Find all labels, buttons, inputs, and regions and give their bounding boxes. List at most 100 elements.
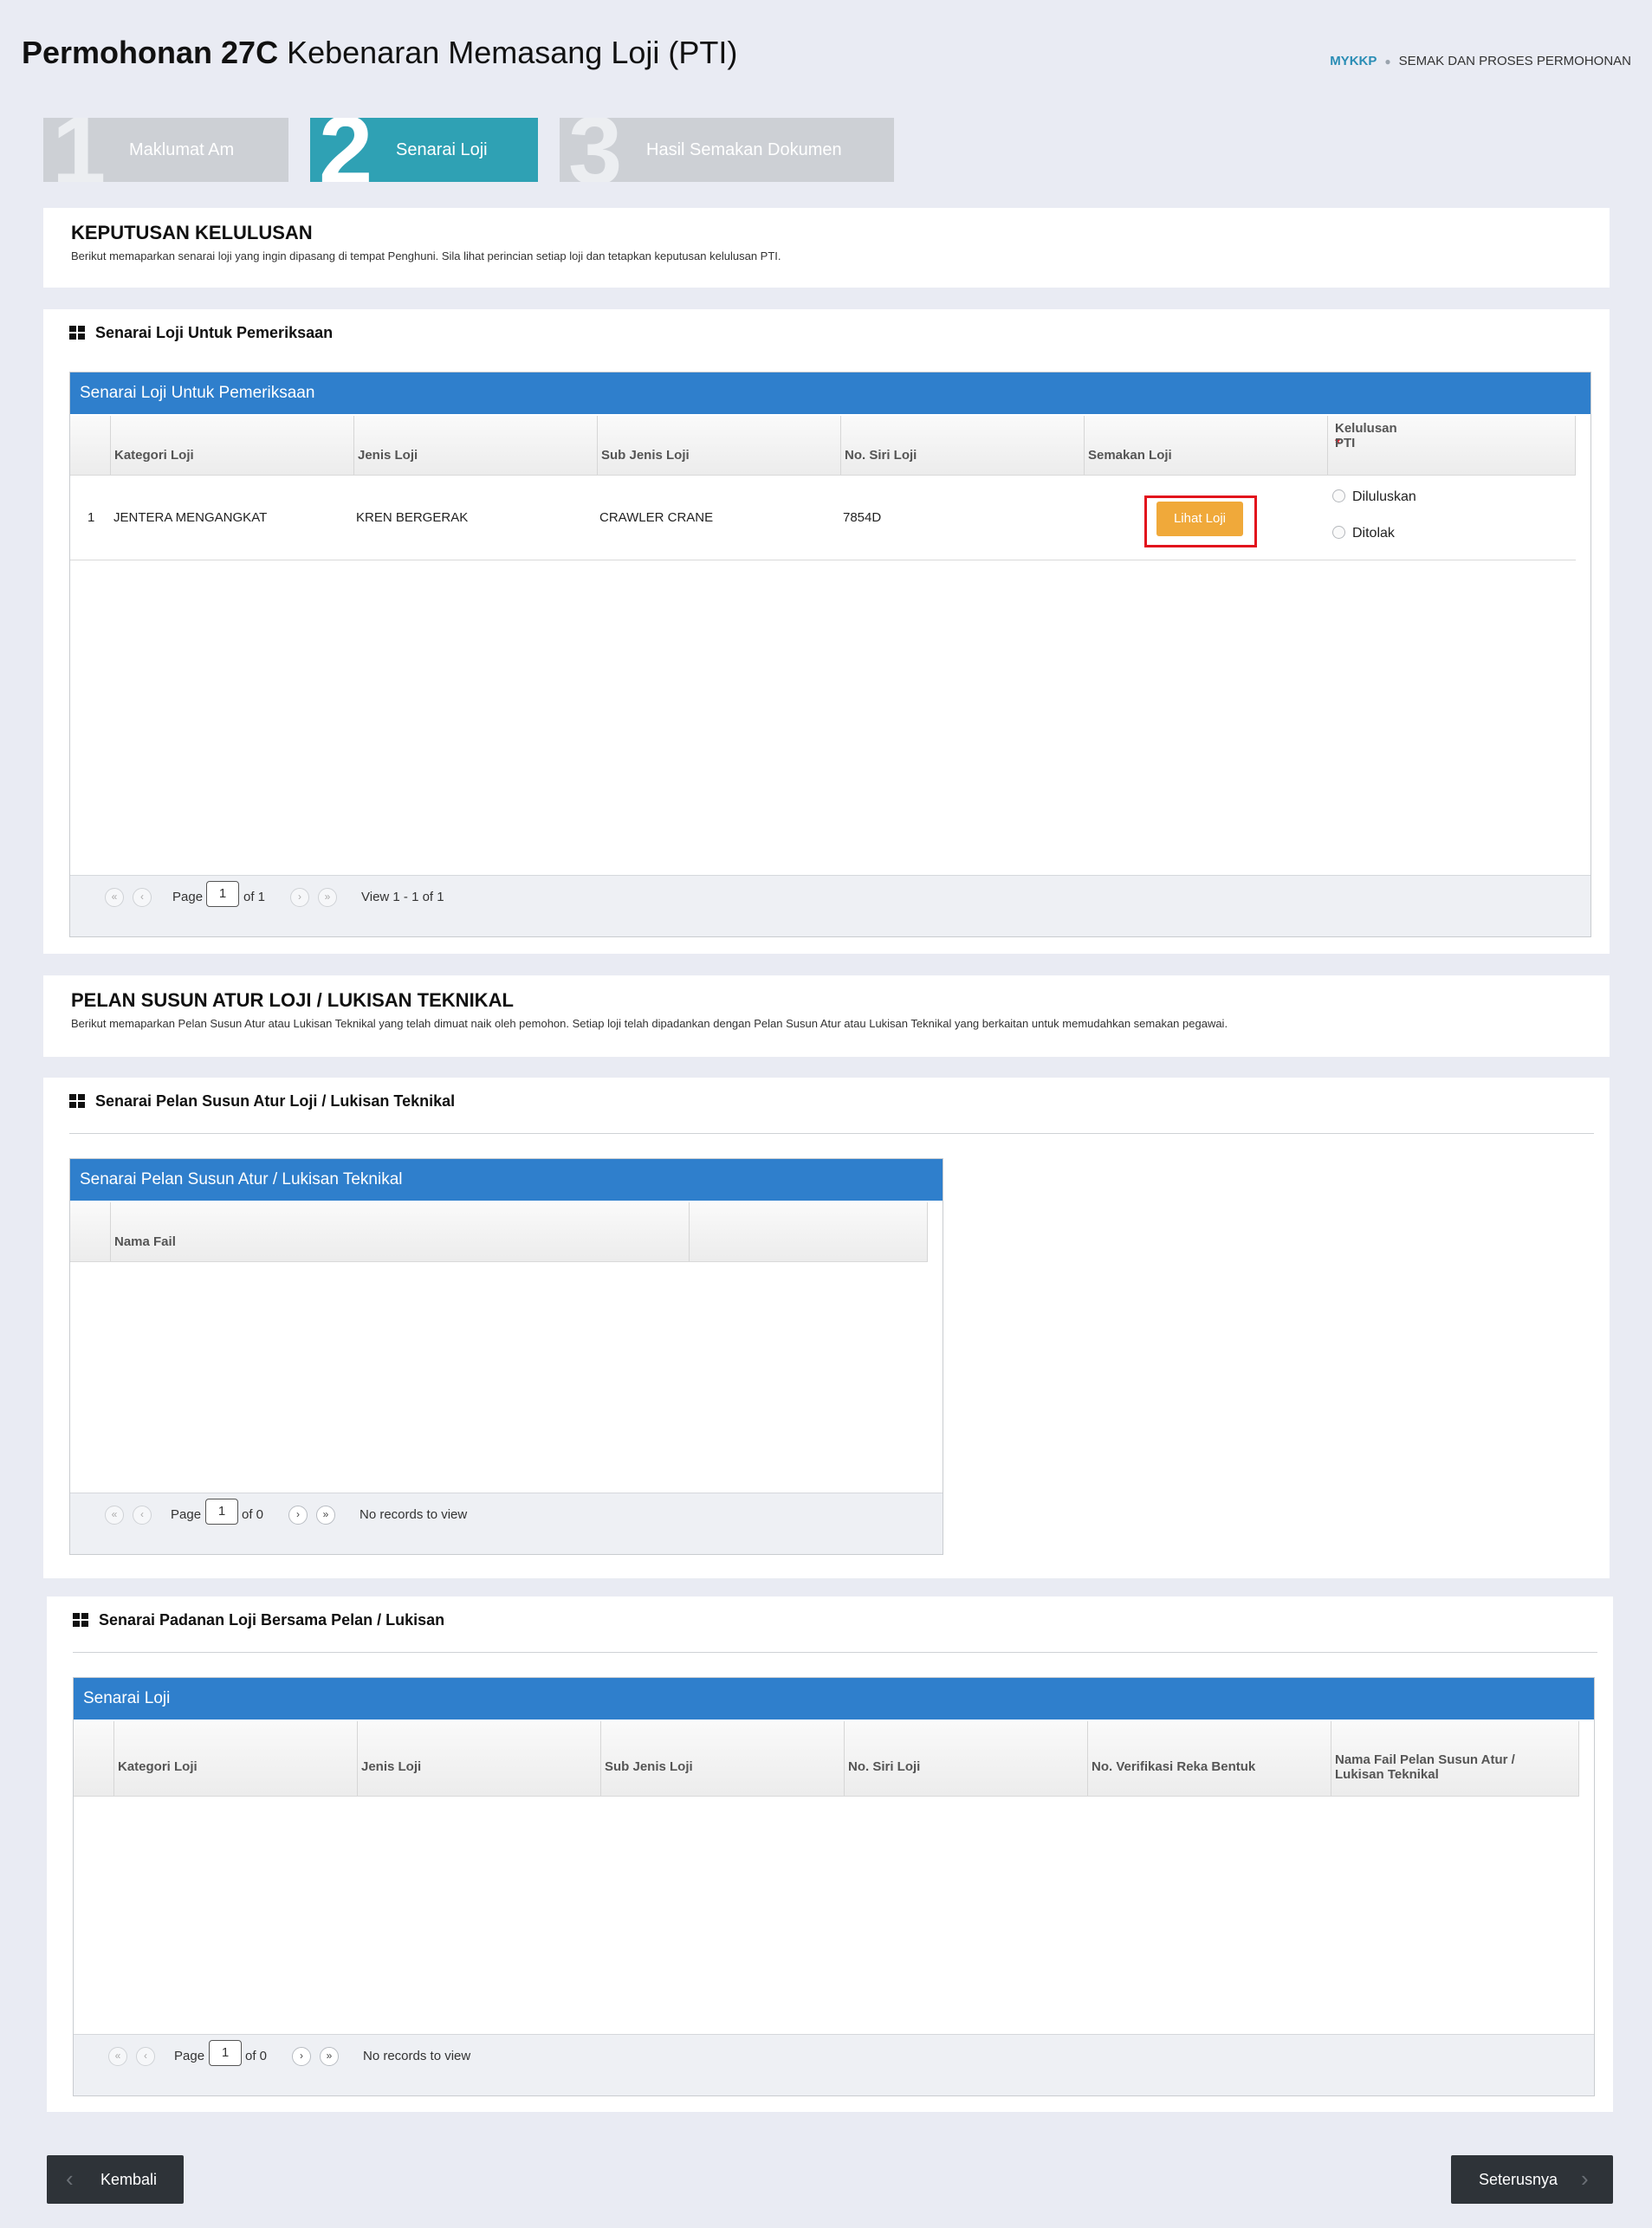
section-heading-text: Senarai Padanan Loji Bersama Pelan / Luk… bbox=[99, 1611, 445, 1629]
page-of: of 0 bbox=[242, 1507, 264, 1522]
keputusan-description: Berikut memaparkan senarai loji yang ing… bbox=[71, 249, 781, 262]
step-label: Hasil Semakan Dokumen bbox=[646, 140, 842, 159]
prev-page-icon[interactable]: ‹ bbox=[136, 2047, 155, 2066]
column-header-jenis[interactable]: Jenis Loji bbox=[354, 416, 598, 475]
kembali-button[interactable]: ‹ Kembali bbox=[47, 2155, 184, 2204]
next-page-icon[interactable]: › bbox=[288, 1506, 308, 1525]
breadcrumb: MYKKP ● SEMAK DAN PROSES PERMOHONAN bbox=[1330, 54, 1631, 68]
wizard-step-2[interactable]: 2 Senarai Loji bbox=[310, 118, 538, 182]
last-page-icon[interactable]: » bbox=[320, 2047, 339, 2066]
section-heading: Senarai Loji Untuk Pemeriksaan bbox=[69, 324, 333, 342]
lihat-loji-button[interactable]: Lihat Loji bbox=[1156, 502, 1243, 536]
cell-sub-jenis: CRAWLER CRANE bbox=[599, 510, 714, 525]
page-title-bold: Permohonan 27C bbox=[22, 35, 279, 70]
senarai-loji-panel: Senarai Loji Untuk Pemeriksaan Senarai L… bbox=[43, 309, 1610, 954]
prev-page-icon[interactable]: ‹ bbox=[133, 1506, 152, 1525]
grid-icon bbox=[69, 1094, 85, 1108]
wizard-step-1[interactable]: 1 Maklumat Am bbox=[43, 118, 288, 182]
pelan-grid: Senarai Pelan Susun Atur / Lukisan Tekni… bbox=[69, 1158, 943, 1555]
step-number: 3 bbox=[568, 118, 623, 182]
first-page-icon[interactable]: « bbox=[105, 888, 124, 907]
last-page-icon[interactable]: » bbox=[316, 1506, 335, 1525]
cell-no-siri: 7854D bbox=[843, 510, 882, 525]
column-header-kategori[interactable]: Kategori Loji bbox=[114, 1721, 358, 1796]
radio-diluluskan[interactable]: Diluluskan bbox=[1332, 489, 1416, 505]
keputusan-title: KEPUTUSAN KELULUSAN bbox=[71, 222, 313, 243]
page-title-rest: Kebenaran Memasang Loji (PTI) bbox=[287, 35, 738, 70]
prev-page-icon[interactable]: ‹ bbox=[133, 888, 152, 907]
column-header-no-siri[interactable]: No. Siri Loji bbox=[845, 1721, 1088, 1796]
column-header-no-siri[interactable]: No. Siri Loji bbox=[841, 416, 1085, 475]
column-header-semakan[interactable]: Semakan Loji bbox=[1085, 416, 1328, 475]
grid-footer: « ‹ Page 1 of 0 › » No records to view bbox=[70, 1493, 943, 1554]
first-page-icon[interactable]: « bbox=[108, 2047, 127, 2066]
grid-footer: « ‹ Page 1 of 1 › » View 1 - 1 of 1 bbox=[70, 875, 1590, 936]
radio-circle[interactable] bbox=[1332, 489, 1345, 502]
column-header-kelulusan[interactable]: * Kelulusan PTI bbox=[1328, 416, 1576, 475]
step-number: 1 bbox=[52, 118, 107, 182]
grid-icon bbox=[73, 1613, 88, 1627]
column-header-jenis[interactable]: Jenis Loji bbox=[358, 1721, 601, 1796]
next-page-icon[interactable]: › bbox=[292, 2047, 311, 2066]
column-header-sub-jenis[interactable]: Sub Jenis Loji bbox=[601, 1721, 845, 1796]
step-label: Senarai Loji bbox=[396, 140, 488, 159]
breadcrumb-current: SEMAK DAN PROSES PERMOHONAN bbox=[1398, 54, 1631, 68]
page-of: of 0 bbox=[245, 2049, 268, 2063]
grid-caption: Senarai Loji Untuk Pemeriksaan bbox=[70, 372, 1590, 414]
chevron-right-icon: › bbox=[1581, 2166, 1589, 2192]
section-heading-text: Senarai Pelan Susun Atur Loji / Lukisan … bbox=[95, 1092, 456, 1110]
grid-caption: Senarai Loji bbox=[74, 1678, 1594, 1720]
page-title: Permohonan 27C Kebenaran Memasang Loji (… bbox=[22, 35, 737, 71]
grid-caption: Senarai Pelan Susun Atur / Lukisan Tekni… bbox=[70, 1159, 943, 1201]
page-input[interactable]: 1 bbox=[206, 881, 239, 907]
column-header-nama-fail[interactable]: Nama Fail bbox=[111, 1202, 690, 1261]
column-header-no-verifikasi[interactable]: No. Verifikasi Reka Bentuk bbox=[1088, 1721, 1331, 1796]
cell-jenis: KREN BERGERAK bbox=[356, 510, 469, 525]
view-records: No records to view bbox=[360, 1507, 468, 1522]
view-records: View 1 - 1 of 1 bbox=[361, 890, 444, 904]
grid-header: Nama Fail bbox=[70, 1202, 928, 1262]
radio-ditolak[interactable]: Ditolak bbox=[1332, 526, 1395, 541]
keputusan-panel: KEPUTUSAN KELULUSAN Berikut memaparkan s… bbox=[43, 208, 1610, 288]
page-input[interactable]: 1 bbox=[205, 1499, 238, 1525]
padanan-grid: Senarai Loji Kategori Loji Jenis Loji Su… bbox=[73, 1677, 1595, 2096]
column-header-index bbox=[70, 1202, 111, 1261]
chevron-left-icon: ‹ bbox=[66, 2166, 74, 2192]
first-page-icon[interactable]: « bbox=[105, 1506, 124, 1525]
step-number: 2 bbox=[319, 118, 373, 182]
kembali-label: Kembali bbox=[100, 2171, 158, 2188]
seterusnya-label: Seterusnya bbox=[1479, 2171, 1558, 2188]
page-label: Page bbox=[172, 890, 204, 904]
next-page-icon[interactable]: › bbox=[290, 888, 309, 907]
padanan-panel: Senarai Padanan Loji Bersama Pelan / Luk… bbox=[47, 1597, 1613, 2112]
cell-kategori: JENTERA MENGANGKAT bbox=[113, 510, 268, 525]
seterusnya-button[interactable]: Seterusnya › bbox=[1451, 2155, 1613, 2204]
grid-header: Kategori Loji Jenis Loji Sub Jenis Loji … bbox=[70, 416, 1576, 476]
section-heading-text: Senarai Loji Untuk Pemeriksaan bbox=[95, 324, 334, 341]
section-heading: Senarai Padanan Loji Bersama Pelan / Luk… bbox=[73, 1611, 444, 1629]
column-header-sub-jenis[interactable]: Sub Jenis Loji bbox=[598, 416, 841, 475]
column-header-nama-fail[interactable]: Nama Fail Pelan Susun Atur / Lukisan Tek… bbox=[1331, 1721, 1579, 1796]
grid-header: Kategori Loji Jenis Loji Sub Jenis Loji … bbox=[74, 1721, 1579, 1797]
column-header-kategori[interactable]: Kategori Loji bbox=[111, 416, 354, 475]
page-input[interactable]: 1 bbox=[209, 2040, 242, 2066]
section-heading: Senarai Pelan Susun Atur Loji / Lukisan … bbox=[69, 1092, 455, 1111]
table-row: 1 JENTERA MENGANGKAT KREN BERGERAK CRAWL… bbox=[70, 476, 1576, 560]
breadcrumb-home-link[interactable]: MYKKP bbox=[1330, 54, 1377, 68]
step-label: Maklumat Am bbox=[129, 140, 235, 159]
grid-icon bbox=[69, 326, 85, 340]
row-index: 1 bbox=[87, 510, 95, 525]
pelan-panel: PELAN SUSUN ATUR LOJI / LUKISAN TEKNIKAL… bbox=[43, 975, 1610, 1057]
wizard-step-3[interactable]: 3 Hasil Semakan Dokumen bbox=[560, 118, 894, 182]
divider bbox=[69, 1133, 1594, 1134]
breadcrumb-separator: ● bbox=[1384, 55, 1391, 68]
divider bbox=[73, 1652, 1597, 1653]
pelan-description: Berikut memaparkan Pelan Susun Atur atau… bbox=[71, 1017, 1228, 1030]
radio-circle[interactable] bbox=[1332, 526, 1345, 539]
grid-footer: « ‹ Page 1 of 0 › » No records to view bbox=[74, 2034, 1594, 2095]
last-page-icon[interactable]: » bbox=[318, 888, 337, 907]
column-header-index bbox=[74, 1721, 114, 1796]
pelan-list-panel: Senarai Pelan Susun Atur Loji / Lukisan … bbox=[43, 1078, 1610, 1578]
page-of: of 1 bbox=[243, 890, 266, 904]
page-label: Page bbox=[174, 2049, 205, 2063]
